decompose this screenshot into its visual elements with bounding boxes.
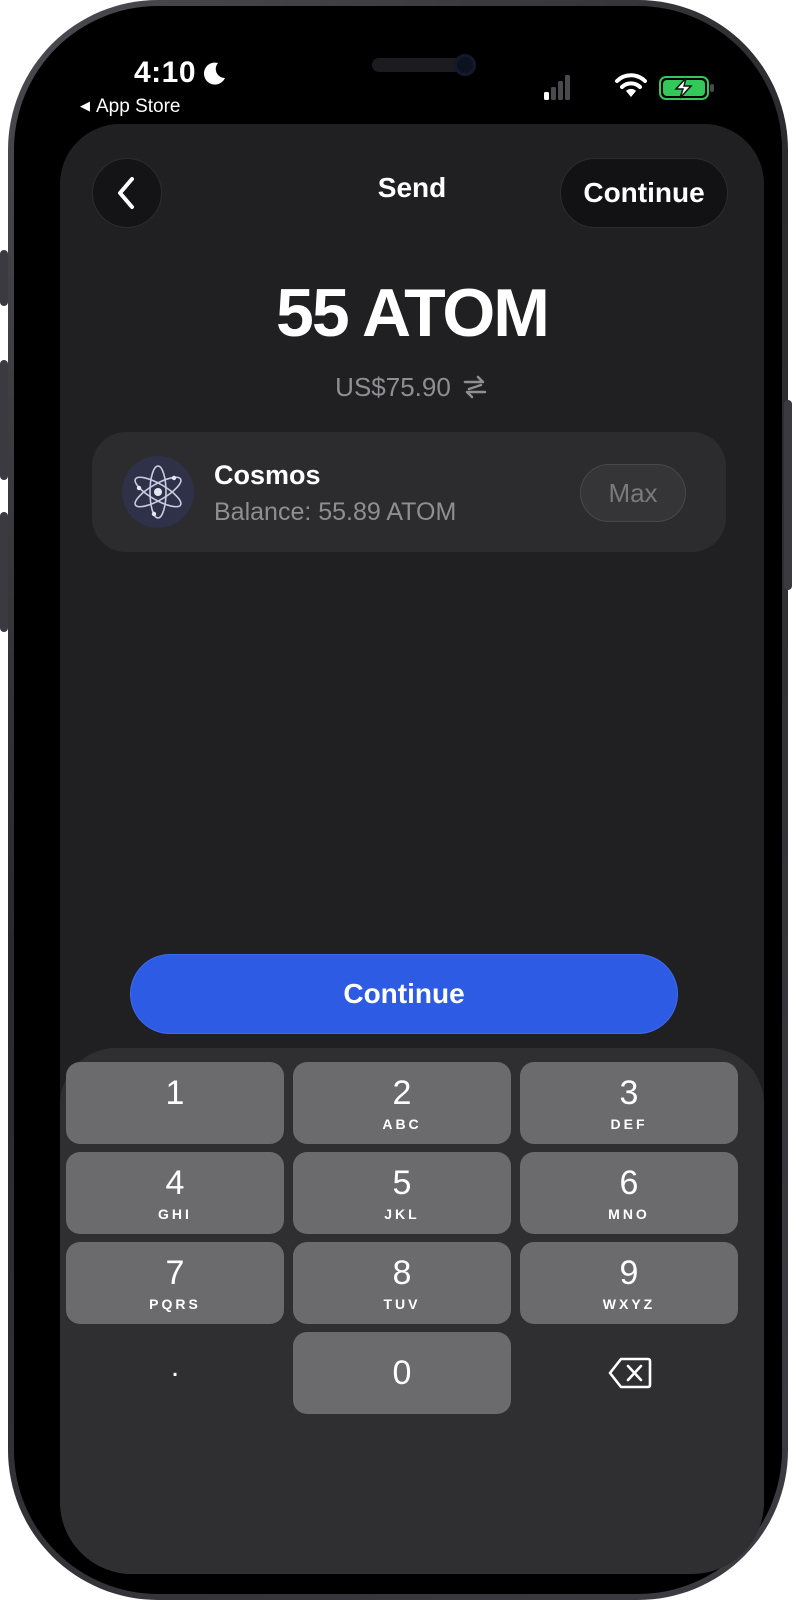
key-1[interactable]: 1 bbox=[66, 1062, 284, 1144]
swap-currency-icon[interactable] bbox=[461, 373, 489, 401]
fiat-amount-value: US$75.90 bbox=[335, 372, 451, 402]
key-digit: 8 bbox=[392, 1254, 412, 1292]
volume-down-button bbox=[0, 512, 8, 632]
key-letters: TUV bbox=[383, 1296, 421, 1312]
back-triangle-icon: ◀ bbox=[80, 98, 90, 113]
battery-charging-icon bbox=[659, 76, 714, 100]
key-digit: 6 bbox=[619, 1164, 639, 1202]
send-sheet: Send Continue 55 ATOM US$75.90 Cosmos Ba… bbox=[60, 124, 764, 1574]
key-letters: WXYZ bbox=[602, 1296, 656, 1312]
signal-icon bbox=[544, 75, 570, 100]
key-digit: . bbox=[170, 1350, 180, 1383]
back-app-label: App Store bbox=[96, 96, 181, 117]
key-7[interactable]: 7 PQRS bbox=[66, 1242, 284, 1324]
key-0[interactable]: 0 bbox=[293, 1332, 511, 1414]
continue-button[interactable]: Continue bbox=[130, 954, 678, 1034]
fiat-amount[interactable]: US$75.90 bbox=[60, 372, 764, 403]
continue-header-button[interactable]: Continue bbox=[560, 158, 728, 228]
key-letters: GHI bbox=[158, 1206, 192, 1222]
token-name: Cosmos bbox=[214, 460, 321, 490]
key-digit: 4 bbox=[165, 1164, 185, 1202]
key-digit: 1 bbox=[165, 1074, 185, 1112]
key-9[interactable]: 9 WXYZ bbox=[520, 1242, 738, 1324]
number-keypad: 1 2 ABC 3 DEF 4 GHI 5 JKL 6 MNO 7 PQRS 8… bbox=[60, 1048, 764, 1574]
key-delete[interactable] bbox=[520, 1332, 738, 1414]
amount-display[interactable]: 55 ATOM bbox=[60, 274, 764, 352]
token-selector[interactable]: Cosmos Balance: 55.89 ATOM Max bbox=[92, 432, 726, 552]
key-8[interactable]: 8 TUV bbox=[293, 1242, 511, 1324]
key-letters: MNO bbox=[608, 1206, 650, 1222]
key-4[interactable]: 4 GHI bbox=[66, 1152, 284, 1234]
key-letters: DEF bbox=[610, 1116, 648, 1132]
volume-up-button bbox=[0, 360, 8, 480]
key-digit: 2 bbox=[392, 1074, 412, 1112]
back-to-app-store-link[interactable]: ◀ App Store bbox=[80, 96, 181, 118]
key-digit: 9 bbox=[619, 1254, 639, 1292]
key-decimal[interactable]: . bbox=[66, 1332, 284, 1414]
moon-icon bbox=[203, 62, 225, 85]
token-balance: Balance: 55.89 ATOM bbox=[214, 498, 457, 526]
key-letters: ABC bbox=[382, 1116, 422, 1132]
key-digit: 0 bbox=[392, 1354, 412, 1392]
power-button bbox=[784, 400, 792, 590]
key-digit: 5 bbox=[392, 1164, 412, 1202]
key-2[interactable]: 2 ABC bbox=[293, 1062, 511, 1144]
mute-switch bbox=[0, 250, 8, 306]
cosmos-logo-icon bbox=[122, 456, 194, 528]
key-3[interactable]: 3 DEF bbox=[520, 1062, 738, 1144]
phone-frame: 4:10 ◀ App Store Send Continue 55 ATOM U… bbox=[0, 0, 792, 1600]
key-letters: PQRS bbox=[149, 1296, 201, 1312]
key-digit: 7 bbox=[165, 1254, 185, 1292]
wifi-icon bbox=[615, 73, 647, 97]
front-camera bbox=[454, 54, 476, 76]
key-6[interactable]: 6 MNO bbox=[520, 1152, 738, 1234]
key-letters: JKL bbox=[384, 1206, 420, 1222]
max-button[interactable]: Max bbox=[580, 464, 686, 522]
delete-backspace-icon bbox=[608, 1357, 652, 1389]
key-5[interactable]: 5 JKL bbox=[293, 1152, 511, 1234]
status-time: 4:10 bbox=[134, 56, 197, 89]
key-digit: 3 bbox=[619, 1074, 639, 1112]
screen: 4:10 ◀ App Store Send Continue 55 ATOM U… bbox=[14, 6, 782, 1594]
